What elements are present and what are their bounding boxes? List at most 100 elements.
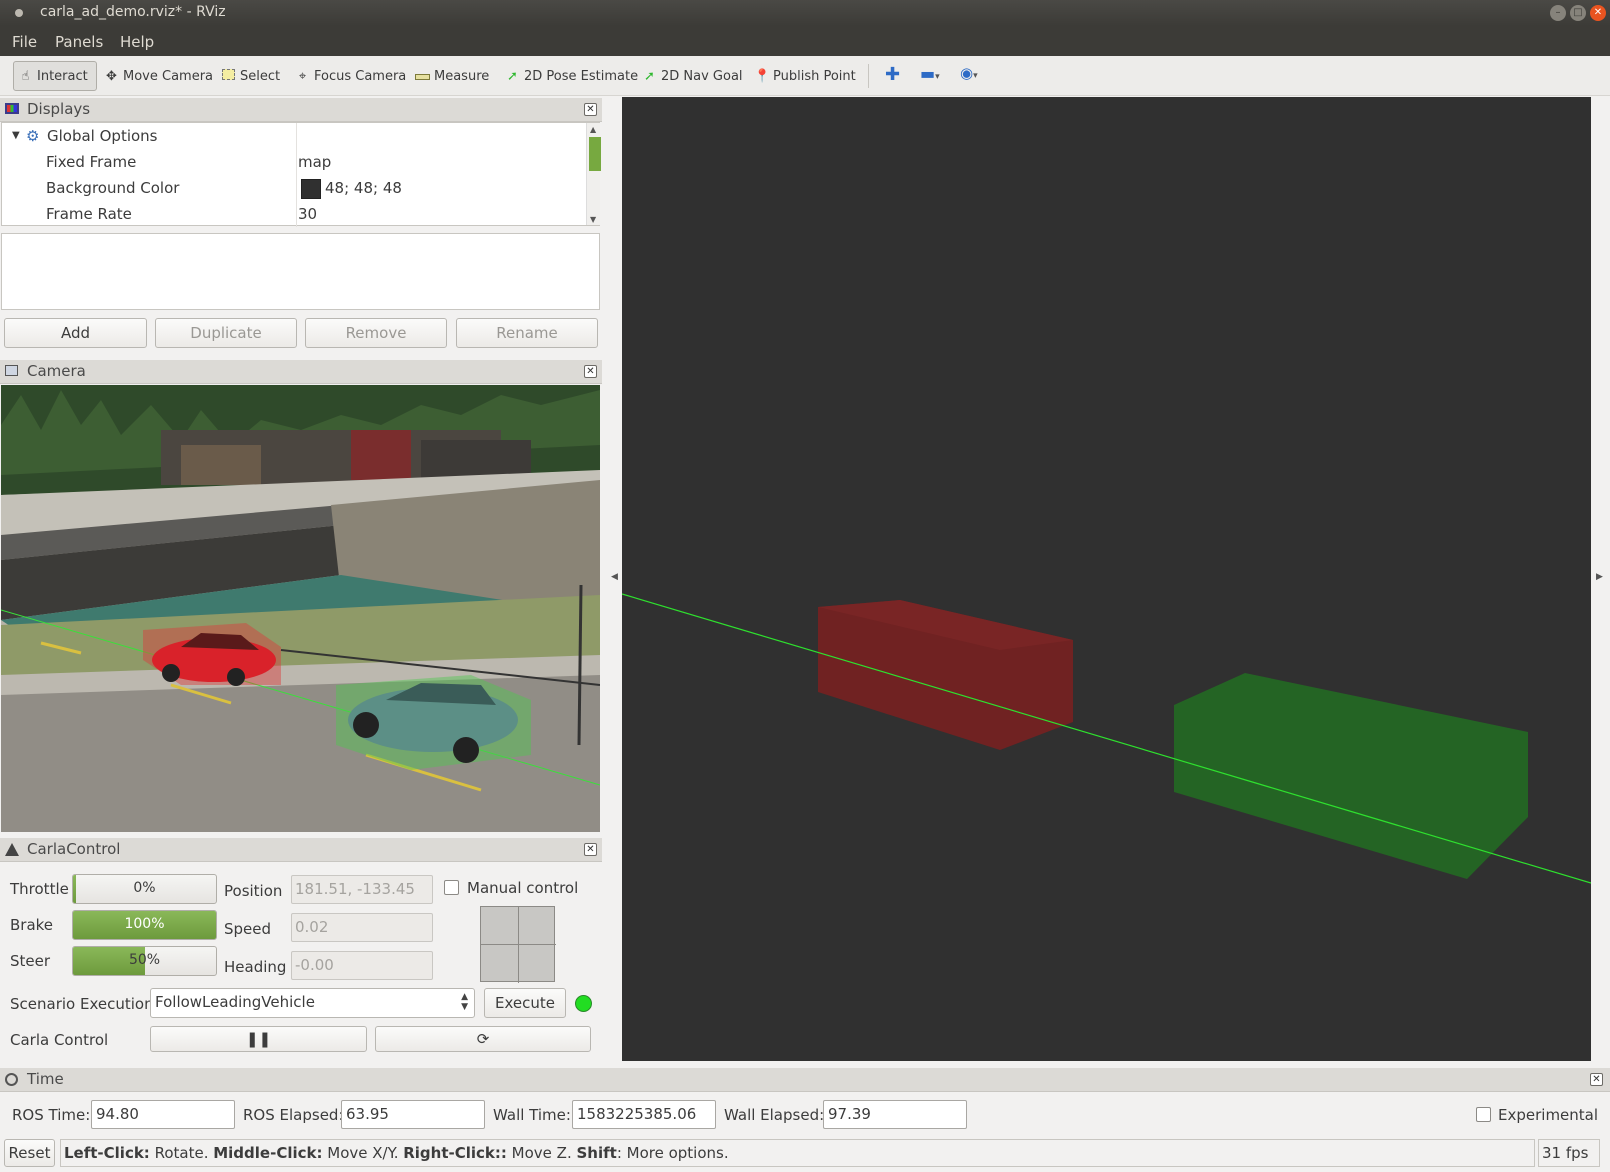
add-button[interactable]: Add bbox=[4, 318, 147, 348]
hand-icon: ☝ bbox=[21, 68, 30, 84]
select-tool-button[interactable]: Select bbox=[217, 61, 284, 91]
close-time-icon[interactable]: ✕ bbox=[1590, 1073, 1603, 1086]
measure-label: Measure bbox=[434, 68, 490, 84]
shift-action: : More options. bbox=[616, 1144, 729, 1162]
position-label: Position bbox=[224, 882, 283, 900]
wall-elapsed-label: Wall Elapsed: bbox=[724, 1106, 825, 1124]
pause-button[interactable]: ❚❚ bbox=[150, 1026, 367, 1052]
views-eye-icon[interactable]: ◉▾ bbox=[960, 64, 978, 82]
remove-button[interactable]: Remove bbox=[305, 318, 447, 348]
rename-button[interactable]: Rename bbox=[456, 318, 598, 348]
experimental-label: Experimental bbox=[1498, 1106, 1599, 1124]
brake-label: Brake bbox=[10, 916, 54, 934]
tree-row-global-options[interactable]: ▼ ⚙ Global Options bbox=[2, 123, 586, 149]
close-window-icon[interactable]: ✕ bbox=[1590, 5, 1606, 21]
displays-title: Displays bbox=[27, 100, 91, 118]
manual-control-keypad[interactable] bbox=[480, 906, 556, 983]
camera-image bbox=[1, 385, 600, 832]
left-click-action: Rotate. bbox=[149, 1144, 214, 1162]
wall-time-field[interactable]: 1583225385.06 bbox=[572, 1100, 716, 1129]
displays-tree[interactable]: ▼ ⚙ Global Options Fixed Frame map Backg… bbox=[1, 122, 601, 227]
move-camera-tool-button[interactable]: ✥ Move Camera bbox=[100, 61, 217, 91]
ros-time-field[interactable]: 94.80 bbox=[91, 1100, 235, 1129]
carla-control-label: Carla Control bbox=[10, 1031, 109, 1049]
menu-help[interactable]: Help bbox=[120, 33, 154, 51]
monitor-icon bbox=[5, 103, 19, 117]
steer-bar: 50% bbox=[72, 946, 217, 976]
throttle-value: 0% bbox=[133, 880, 156, 896]
wall-elapsed-field[interactable]: 97.39 bbox=[823, 1100, 967, 1129]
carla-logo-icon bbox=[5, 843, 19, 857]
clock-icon bbox=[5, 1073, 18, 1086]
tree-row-background-color[interactable]: Background Color 48; 48; 48 bbox=[2, 175, 586, 201]
throttle-label: Throttle bbox=[10, 880, 69, 898]
publish-point-tool-button[interactable]: 📍 Publish Point bbox=[750, 61, 860, 91]
frame-rate-value[interactable]: 30 bbox=[298, 205, 317, 223]
splitter-right-arrow-icon[interactable]: ▶ bbox=[1596, 572, 1603, 582]
position-field: 181.51, -133.45 bbox=[291, 875, 433, 904]
tree-row-fixed-frame[interactable]: Fixed Frame map bbox=[2, 149, 586, 175]
execute-button[interactable]: Execute bbox=[484, 988, 566, 1018]
scenario-selected-value: FollowLeadingVehicle bbox=[155, 993, 315, 1011]
duplicate-button[interactable]: Duplicate bbox=[155, 318, 297, 348]
move-camera-label: Move Camera bbox=[123, 68, 214, 84]
steer-label: Steer bbox=[10, 952, 51, 970]
close-carla-control-icon[interactable]: ✕ bbox=[584, 843, 597, 856]
tree-scrollbar-thumb[interactable] bbox=[589, 137, 601, 171]
scenario-select[interactable]: FollowLeadingVehicle ▲ ▼ bbox=[150, 988, 475, 1018]
fixed-frame-value[interactable]: map bbox=[298, 153, 331, 171]
fixed-frame-label: Fixed Frame bbox=[46, 153, 137, 171]
window-title: carla_ad_demo.rviz* - RViz bbox=[40, 4, 226, 20]
background-color-value[interactable]: 48; 48; 48 bbox=[325, 179, 402, 197]
window-menu-icon[interactable] bbox=[15, 9, 23, 17]
expand-arrow-icon[interactable]: ▼ bbox=[12, 130, 20, 141]
middle-click-action: Move X/Y. bbox=[322, 1144, 404, 1162]
right-click-key: Right-Click:: bbox=[403, 1144, 507, 1162]
toolbar: ☝ Interact ✥ Move Camera Select ⌖ Focus … bbox=[0, 56, 1610, 96]
menu-file[interactable]: File bbox=[12, 33, 37, 51]
remove-tool-icon[interactable]: ▬▾ bbox=[920, 64, 940, 83]
title-bar: carla_ad_demo.rviz* - RViz – □ ✕ bbox=[0, 0, 1610, 26]
ros-time-label: ROS Time: bbox=[12, 1106, 91, 1124]
interact-label: Interact bbox=[37, 68, 88, 84]
3d-viewport[interactable] bbox=[621, 97, 1592, 1061]
toolbar-divider bbox=[868, 64, 869, 88]
scroll-down-icon[interactable]: ▼ bbox=[590, 215, 596, 224]
nav-goal-tool-button[interactable]: ➚ 2D Nav Goal bbox=[638, 61, 747, 91]
experimental-checkbox[interactable] bbox=[1476, 1107, 1491, 1122]
manual-control-checkbox[interactable] bbox=[444, 880, 459, 895]
minimize-icon[interactable]: – bbox=[1550, 5, 1566, 21]
pose-estimate-tool-button[interactable]: ➚ 2D Pose Estimate bbox=[501, 61, 642, 91]
time-panel-header: Time ✕ bbox=[0, 1068, 1610, 1092]
color-swatch[interactable] bbox=[301, 179, 321, 199]
focus-camera-label: Focus Camera bbox=[314, 68, 407, 84]
interact-tool-button[interactable]: ☝ Interact bbox=[13, 61, 97, 91]
reset-button[interactable]: Reset bbox=[4, 1139, 55, 1167]
focus-camera-tool-button[interactable]: ⌖ Focus Camera bbox=[291, 61, 410, 91]
add-tool-icon[interactable]: ✚ bbox=[885, 64, 900, 85]
nav-goal-label: 2D Nav Goal bbox=[661, 68, 743, 84]
maximize-icon[interactable]: □ bbox=[1570, 5, 1586, 21]
step-button[interactable]: ⟳ bbox=[375, 1026, 591, 1052]
step-once-icon: ⟳ bbox=[476, 1030, 490, 1048]
select-icon bbox=[221, 68, 236, 84]
property-description-box bbox=[1, 233, 600, 310]
select-label: Select bbox=[240, 68, 281, 84]
carla-control-title: CarlaControl bbox=[27, 840, 121, 858]
measure-tool-button[interactable]: Measure bbox=[411, 61, 493, 91]
speed-label: Speed bbox=[224, 920, 272, 938]
splitter-left-arrow-icon[interactable]: ◀ bbox=[611, 572, 618, 582]
close-camera-icon[interactable]: ✕ bbox=[584, 365, 597, 378]
brake-bar: 100% bbox=[72, 910, 217, 940]
scroll-up-icon[interactable]: ▲ bbox=[590, 125, 596, 134]
ros-elapsed-field[interactable]: 63.95 bbox=[341, 1100, 485, 1129]
menu-panels[interactable]: Panels bbox=[55, 33, 103, 51]
fps-display: 31 fps bbox=[1538, 1139, 1600, 1167]
crosshair-icon: ⌖ bbox=[298, 68, 307, 84]
tree-row-frame-rate[interactable]: Frame Rate 30 bbox=[2, 201, 586, 227]
wall-time-label: Wall Time: bbox=[493, 1106, 571, 1124]
displays-panel-header: Displays ✕ bbox=[0, 98, 602, 122]
close-displays-icon[interactable]: ✕ bbox=[584, 103, 597, 116]
ruler-icon bbox=[415, 69, 430, 84]
heading-label: Heading bbox=[224, 958, 287, 976]
